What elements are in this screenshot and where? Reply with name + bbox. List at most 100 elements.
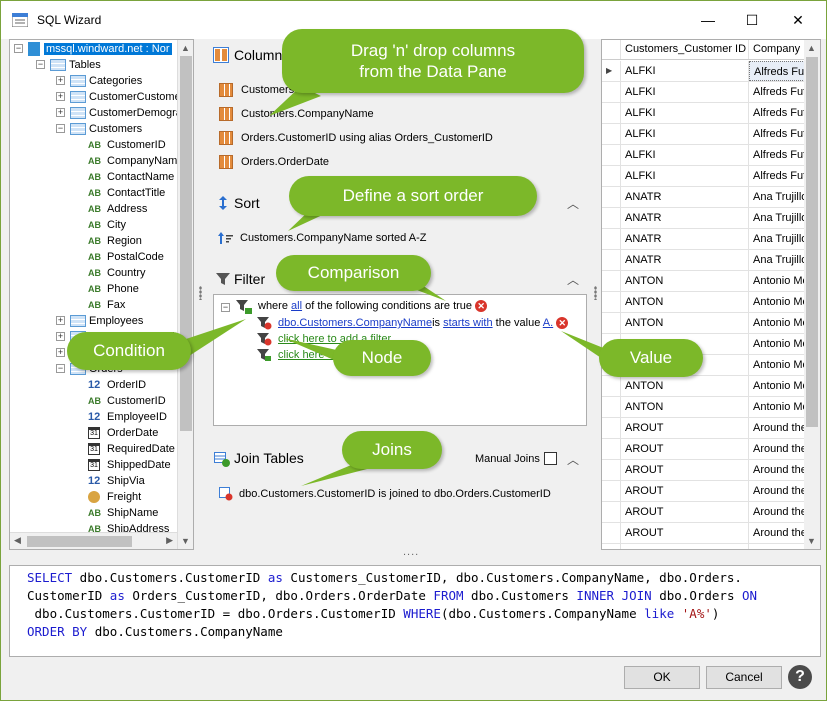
grid-cell[interactable]: AROUT [621,418,749,438]
tree-field[interactable]: AB ContactTitle [88,185,165,201]
remove-group-icon[interactable]: ✕ [475,300,488,313]
grid-column-header[interactable]: Company Nam [749,40,805,59]
row-header[interactable] [602,82,621,102]
grid-cell[interactable]: ANTON [621,292,749,312]
collapse-icon[interactable]: − [36,60,45,69]
row-header[interactable] [602,313,621,333]
row-header[interactable] [602,208,621,228]
grid-vertical-scrollbar[interactable]: ▲ ▼ [804,40,820,549]
expand-icon[interactable]: + [56,92,65,101]
collapse-icon[interactable]: − [56,124,65,133]
filter-collapse-chevron-icon[interactable]: ︿ [567,271,579,288]
grid-row[interactable]: AROUTAround the [602,460,807,481]
grid-row[interactable]: ANATR Ana Trujillo [602,187,807,208]
row-header[interactable] [602,103,621,123]
grid-row[interactable]: AROUTAround the [602,481,807,502]
expand-icon[interactable]: + [56,332,65,341]
row-header[interactable] [602,376,621,396]
tree-hscroll-thumb[interactable] [27,536,132,547]
grid-row[interactable]: ▶ ALFKI Alfreds Fut [602,61,820,82]
help-icon[interactable]: ? [788,665,812,689]
column-item[interactable]: Customers.CompanyName [219,107,374,121]
scroll-up-icon[interactable]: ▲ [807,43,816,53]
grid-row[interactable]: AROUTAround the [602,418,807,439]
tree-field[interactable]: AB City [88,217,126,233]
column-item[interactable]: Orders.OrderDate [219,155,329,169]
grid-cell[interactable]: ALFKI [621,145,749,165]
grid-row[interactable]: ANATR Ana Trujillo [602,229,807,250]
grid-cell[interactable]: ALFKI [621,166,749,186]
row-header[interactable] [602,481,621,501]
row-header[interactable] [602,166,621,186]
tree-field[interactable]: AB ShipName [88,505,158,521]
tree-field[interactable]: 31 ShippedDate [88,457,171,473]
joins-collapse-chevron-icon[interactable]: ︿ [567,451,579,468]
grid-cell[interactable]: ANATR [621,208,749,228]
tree-scroll-thumb[interactable] [180,56,192,431]
grid-row[interactable]: ANTONAntonio Mo [602,376,809,397]
remove-condition-icon[interactable]: ✕ [556,317,569,330]
tree-field[interactable]: 31 RequiredDate [88,441,175,457]
grid-row[interactable]: ANATR Ana Trujillo [602,208,807,229]
grid-row[interactable]: ANATR Ana Trujillo [602,250,807,271]
join-item[interactable]: dbo.Customers.CustomerID is joined to db… [219,487,551,501]
tree-field[interactable]: AB Country [88,265,146,281]
row-header[interactable] [602,145,621,165]
row-header[interactable] [602,124,621,144]
scroll-up-icon[interactable]: ▲ [181,43,190,53]
row-header[interactable]: ▶ [602,61,621,81]
row-header[interactable] [602,271,621,291]
grid-cell[interactable]: AROUT [621,439,749,459]
ok-button[interactable]: OK [624,666,700,689]
grid-cell[interactable]: ANTON [621,397,749,417]
scroll-left-icon[interactable]: ◀ [14,535,21,546]
tree-field[interactable]: 31 OrderDate [88,425,158,441]
tree-field[interactable]: Freight [88,489,141,505]
collapse-icon[interactable]: − [14,44,23,53]
manual-joins-checkbox[interactable] [544,452,557,465]
bottom-splitter-grip[interactable]: .... [403,546,419,558]
tree-field[interactable]: AB Region [88,233,142,249]
row-header[interactable] [602,439,621,459]
tree-field[interactable]: AB PostalCode [88,249,164,265]
sql-text-editor[interactable]: SELECT dbo.Customers.CustomerID as Custo… [9,565,821,657]
tree-field[interactable]: 12 OrderID [88,377,146,393]
expand-icon[interactable]: + [56,348,65,357]
grid-cell[interactable]: ANATR [621,187,749,207]
row-header[interactable] [602,292,621,312]
close-button[interactable]: ✕ [788,9,808,31]
row-header[interactable] [602,460,621,480]
grid-row[interactable]: ANTONAntonio Mo [602,397,809,418]
condition-operator[interactable]: starts with [443,317,493,329]
row-header[interactable] [602,229,621,249]
tree-horizontal-scrollbar[interactable]: ◀ ▶ [10,532,177,549]
grid-scroll-thumb[interactable] [806,57,818,427]
expand-icon[interactable]: + [56,76,65,85]
grid-row[interactable]: AROUTAround the [602,523,807,544]
scroll-down-icon[interactable]: ▼ [181,536,190,546]
minimize-button[interactable]: — [698,9,718,31]
row-header[interactable] [602,418,621,438]
tree-field[interactable]: AB CustomerID [88,393,166,409]
grid-cell[interactable]: ANTON [621,313,749,333]
tree-field[interactable]: AB Phone [88,281,139,297]
tree-field[interactable]: AB CustomerID [88,137,166,153]
all-any-selector[interactable]: all [291,300,302,312]
grid-cell[interactable]: AROUT [621,523,749,543]
tree-field[interactable]: 12 ShipVia [88,473,145,489]
row-header[interactable] [602,523,621,543]
row-header[interactable] [602,397,621,417]
grid-row[interactable]: ANTONAntonio Mo [602,313,809,334]
grid-row[interactable]: ALFKI Alfreds Fut [602,103,806,124]
grid-row[interactable]: AROUTAround the [602,502,807,523]
grid-row[interactable]: ANTONAntonio Mo [602,271,809,292]
condition-value[interactable]: A. [543,317,553,329]
grid-cell[interactable]: ALFKI [621,82,749,102]
left-splitter-grip[interactable] [199,286,202,300]
row-header[interactable] [602,187,621,207]
tree-field[interactable]: AB ContactName [88,169,174,185]
cancel-button[interactable]: Cancel [706,666,782,689]
grid-cell[interactable]: ANATR [621,250,749,270]
scroll-down-icon[interactable]: ▼ [807,536,816,546]
grid-row[interactable]: ALFKI Alfreds Fut [602,145,806,166]
